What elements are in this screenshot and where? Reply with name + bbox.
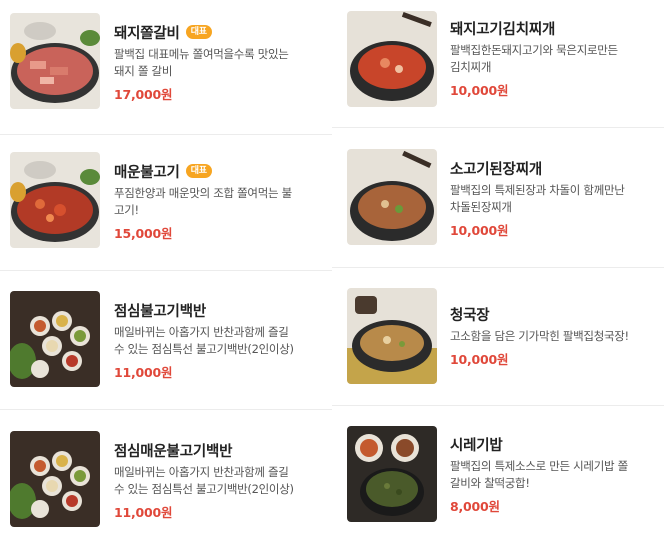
menu-item-title: 돼지쫄갈비 <box>114 25 180 42</box>
menu-item-title: 소고기된장찌개 <box>450 161 542 178</box>
menu-item-title: 돼지고기김치찌개 <box>450 21 556 38</box>
menu-item-title: 시레기밥 <box>450 437 503 454</box>
menu-item-price: 11,000원 <box>114 505 173 520</box>
menu-item-price: 10,000원 <box>450 83 509 98</box>
menu-item-name: 소고기된장찌개 <box>450 158 658 178</box>
menu-item-description: 매일바뀌는 아홉가지 반찬과함께 즐길 수 있는 점심특선 불고기백반(2인이상… <box>114 325 294 356</box>
menu-item-description: 팔백집한돈돼지고기와 묵은지로만든 김치찌개 <box>450 43 618 74</box>
lunch-set-side-dishes-photo <box>10 431 100 527</box>
menu-item[interactable]: 매운불고기 대표 푸짐한양과 매운맛의 조합 쫄여먹는 불 고기! 15,000원 <box>0 135 332 271</box>
menu-item-description: 팔백집의 특제소스로 만든 시레기밥 쫄 갈비와 찰떡궁합! <box>450 459 628 490</box>
menu-item-description: 매일바뀌는 아홉가지 반찬과함께 즐길 수 있는 점심특선 불고기백반(2인이상… <box>114 465 294 496</box>
soybean-stew-pot-photo <box>347 149 437 245</box>
menu-item[interactable]: 소고기된장찌개 팔백집의 특제된장과 차돌이 함께만난 차돌된장찌개 10,00… <box>332 128 664 268</box>
menu-item[interactable]: 돼지고기김치찌개 팔백집한돈돼지고기와 묵은지로만든 김치찌개 10,000원 <box>332 0 664 128</box>
menu-item-title: 점심불고기백반 <box>114 303 206 320</box>
menu-item-name: 매운불고기 대표 <box>114 161 326 181</box>
menu-item-title: 점심매운불고기백반 <box>114 443 233 460</box>
siraegi-rice-photo <box>347 426 437 522</box>
menu-item-title: 매운불고기 <box>114 164 180 181</box>
menu-item-name: 돼지고기김치찌개 <box>450 18 658 38</box>
menu-item-price: 10,000원 <box>450 223 509 238</box>
menu-item[interactable]: 점심불고기백반 매일바뀌는 아홉가지 반찬과함께 즐길 수 있는 점심특선 불고… <box>0 271 332 410</box>
kimchi-stew-pot-photo <box>347 11 437 107</box>
menu-item-name: 점심불고기백반 <box>114 300 326 320</box>
menu-item-name: 돼지쫄갈비 대표 <box>114 22 326 42</box>
menu-item-name: 시레기밥 <box>450 434 658 454</box>
menu-item-price: 8,000원 <box>450 499 500 514</box>
menu-item[interactable]: 돼지쫄갈비 대표 팔백집 대표메뉴 쫄여먹을수록 맛있는 돼지 쫄 갈비 17,0… <box>0 0 332 135</box>
menu-item-description: 푸짐한양과 매운맛의 조합 쫄여먹는 불 고기! <box>114 186 292 217</box>
cheonggukjang-pot-photo <box>347 288 437 384</box>
menu-item-price: 10,000원 <box>450 352 509 367</box>
menu-item-title: 청국장 <box>450 307 490 324</box>
signature-badge: 대표 <box>185 164 212 178</box>
menu-item-price: 11,000원 <box>114 365 173 380</box>
menu-item-price: 15,000원 <box>114 226 173 241</box>
menu-item[interactable]: 시레기밥 팔백집의 특제소스로 만든 시레기밥 쫄 갈비와 찰떡궁합! 8,00… <box>332 406 664 541</box>
menu-item[interactable]: 청국장 고소함을 담은 기가막힌 팔백집청국장! 10,000원 <box>332 268 664 406</box>
menu-item-price: 17,000원 <box>114 87 173 102</box>
lunch-set-side-dishes-photo <box>10 291 100 387</box>
menu-item[interactable]: 점심매운불고기백반 매일바뀌는 아홉가지 반찬과함께 즐길 수 있는 점심특선 … <box>0 410 332 541</box>
signature-badge: 대표 <box>185 25 212 39</box>
menu-item-description: 팔백집의 특제된장과 차돌이 함께만난 차돌된장찌개 <box>450 183 625 214</box>
spicy-bulgogi-pan-photo <box>10 152 100 248</box>
menu-item-description: 팔백집 대표메뉴 쫄여먹을수록 맛있는 돼지 쫄 갈비 <box>114 47 289 78</box>
menu-item-name: 점심매운불고기백반 <box>114 440 326 460</box>
menu-item-description: 고소함을 담은 기가막힌 팔백집청국장! <box>450 329 629 343</box>
menu-item-name: 청국장 <box>450 304 658 324</box>
grilled-pork-rib-pan-photo <box>10 13 100 109</box>
